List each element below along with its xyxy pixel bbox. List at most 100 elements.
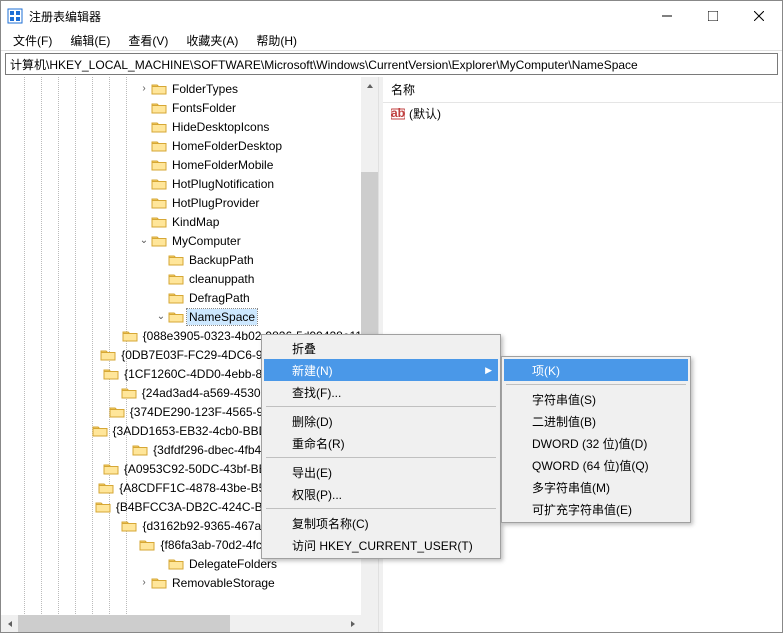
- folder-icon: [132, 443, 148, 457]
- expand-icon[interactable]: ›: [137, 83, 151, 94]
- value-name: (默认): [409, 105, 441, 122]
- tree-item[interactable]: BackupPath: [1, 250, 378, 269]
- menu-item-label: 折叠: [292, 340, 316, 357]
- tree-item-label: HomeFolderMobile: [170, 157, 275, 173]
- submenu-new: 项(K) 字符串值(S) 二进制值(B)DWORD (32 位)值(D) QWORD …: [501, 356, 691, 523]
- menu-item-label: 多字符串值(M): [532, 479, 610, 496]
- tree-item-label: KindMap: [170, 214, 221, 230]
- tree-item-label: cleanuppath: [187, 271, 256, 287]
- menu-item-label: 项(K): [532, 362, 560, 379]
- expand-icon[interactable]: ›: [137, 577, 151, 588]
- minimize-button[interactable]: [644, 1, 690, 31]
- menu-item-label: 导出(E): [292, 464, 332, 481]
- menu-item[interactable]: 复制项名称(C): [264, 512, 498, 534]
- tree-item[interactable]: HotPlugProvider: [1, 193, 378, 212]
- folder-icon: [95, 500, 111, 514]
- tree-item-label: DefragPath: [187, 290, 252, 306]
- titlebar: 注册表编辑器: [1, 1, 782, 31]
- folder-icon: [139, 538, 155, 552]
- folder-icon: [92, 424, 108, 438]
- svg-text:ab: ab: [391, 107, 405, 120]
- folder-icon: [168, 557, 184, 571]
- menu-item[interactable]: DWORD (32 位)值(D): [504, 432, 688, 454]
- menu-item[interactable]: 访问 HKEY_CURRENT_USER(T): [264, 534, 498, 556]
- folder-icon: [151, 158, 167, 172]
- scroll-up-button[interactable]: [361, 77, 378, 94]
- collapse-icon[interactable]: ⌄: [137, 235, 151, 246]
- close-button[interactable]: [736, 1, 782, 31]
- folder-icon: [168, 291, 184, 305]
- folder-icon: [168, 272, 184, 286]
- separator: [266, 457, 496, 458]
- menu-item-label: 重命名(R): [292, 435, 345, 452]
- folder-icon: [103, 462, 119, 476]
- menu-item[interactable]: 多字符串值(M): [504, 476, 688, 498]
- tree-item[interactable]: HomeFolderDesktop: [1, 136, 378, 155]
- menu-item[interactable]: 编辑(E): [62, 30, 118, 51]
- menu-item-label: QWORD (64 位)值(Q): [532, 457, 649, 474]
- separator: [266, 406, 496, 407]
- menu-item[interactable]: 查看(V): [120, 30, 176, 51]
- menu-item[interactable]: 重命名(R): [264, 432, 498, 454]
- menu-item[interactable]: 可扩充字符串值(E): [504, 498, 688, 520]
- tree-item-label: HotPlugNotification: [170, 176, 276, 192]
- menu-item[interactable]: QWORD (64 位)值(Q): [504, 454, 688, 476]
- menu-item[interactable]: 折叠: [264, 337, 498, 359]
- tree-item[interactable]: HideDesktopIcons: [1, 117, 378, 136]
- tree-item[interactable]: HomeFolderMobile: [1, 155, 378, 174]
- menu-item[interactable]: 删除(D): [264, 410, 498, 432]
- value-row-default[interactable]: ab (默认): [383, 103, 782, 124]
- folder-icon: [151, 120, 167, 134]
- scroll-left-button[interactable]: [1, 615, 18, 632]
- menu-item-label: 删除(D): [292, 413, 333, 430]
- tree-item[interactable]: › RemovableStorage: [1, 573, 378, 592]
- menu-item[interactable]: 查找(F)...: [264, 381, 498, 403]
- submenu-arrow-icon: ▶: [485, 365, 492, 376]
- folder-icon: [103, 367, 119, 381]
- context-menu: 折叠新建(N) ▶ 查找(F)... 删除(D) 重命名(R) 导出(E) 权限(P)...…: [261, 334, 501, 559]
- menu-item-label: 新建(N): [292, 362, 333, 379]
- tree-item-label: MyComputer: [170, 233, 243, 249]
- folder-icon: [151, 139, 167, 153]
- column-header-name[interactable]: 名称: [383, 77, 423, 102]
- menu-item[interactable]: 项(K): [504, 359, 688, 381]
- folder-icon: [151, 234, 167, 248]
- scroll-right-button[interactable]: [344, 615, 361, 632]
- folder-icon: [100, 348, 116, 362]
- tree-item[interactable]: ⌄ NameSpace: [1, 307, 378, 326]
- tree-item[interactable]: FontsFolder: [1, 98, 378, 117]
- folder-icon: [121, 386, 137, 400]
- tree-item[interactable]: cleanuppath: [1, 269, 378, 288]
- menu-item[interactable]: 收藏夹(A): [178, 30, 246, 51]
- menu-item-label: 字符串值(S): [532, 391, 596, 408]
- menu-item-label: 权限(P)...: [292, 486, 342, 503]
- collapse-icon[interactable]: ⌄: [154, 311, 168, 322]
- menu-item[interactable]: 新建(N) ▶: [264, 359, 498, 381]
- tree-item[interactable]: ›FolderTypes: [1, 79, 378, 98]
- menu-item[interactable]: 权限(P)...: [264, 483, 498, 505]
- tree-item[interactable]: HotPlugNotification: [1, 174, 378, 193]
- folder-icon: [98, 481, 114, 495]
- tree-item-label: RemovableStorage: [170, 575, 277, 591]
- tree-horizontal-scrollbar[interactable]: [1, 615, 361, 632]
- address-bar[interactable]: 计算机\HKEY_LOCAL_MACHINE\SOFTWARE\Microsof…: [5, 53, 778, 75]
- tree-item[interactable]: KindMap: [1, 212, 378, 231]
- tree-item[interactable]: ⌄ MyComputer: [1, 231, 378, 250]
- menu-item[interactable]: 导出(E): [264, 461, 498, 483]
- menu-item-label: 访问 HKEY_CURRENT_USER(T): [292, 537, 473, 554]
- menu-item-label: 可扩充字符串值(E): [532, 501, 632, 518]
- folder-icon: [151, 177, 167, 191]
- separator: [506, 384, 686, 385]
- tree-item-label: BackupPath: [187, 252, 256, 268]
- menu-item[interactable]: 二进制值(B): [504, 410, 688, 432]
- folder-icon: [168, 310, 184, 324]
- menu-item-label: 复制项名称(C): [292, 515, 369, 532]
- folder-icon: [168, 253, 184, 267]
- tree-item[interactable]: DefragPath: [1, 288, 378, 307]
- address-text: 计算机\HKEY_LOCAL_MACHINE\SOFTWARE\Microsof…: [10, 56, 638, 73]
- menu-item[interactable]: 文件(F): [5, 30, 60, 51]
- menu-item[interactable]: 帮助(H): [248, 30, 305, 51]
- menu-item[interactable]: 字符串值(S): [504, 388, 688, 410]
- maximize-button[interactable]: [690, 1, 736, 31]
- tree-item-label: NameSpace: [187, 309, 257, 325]
